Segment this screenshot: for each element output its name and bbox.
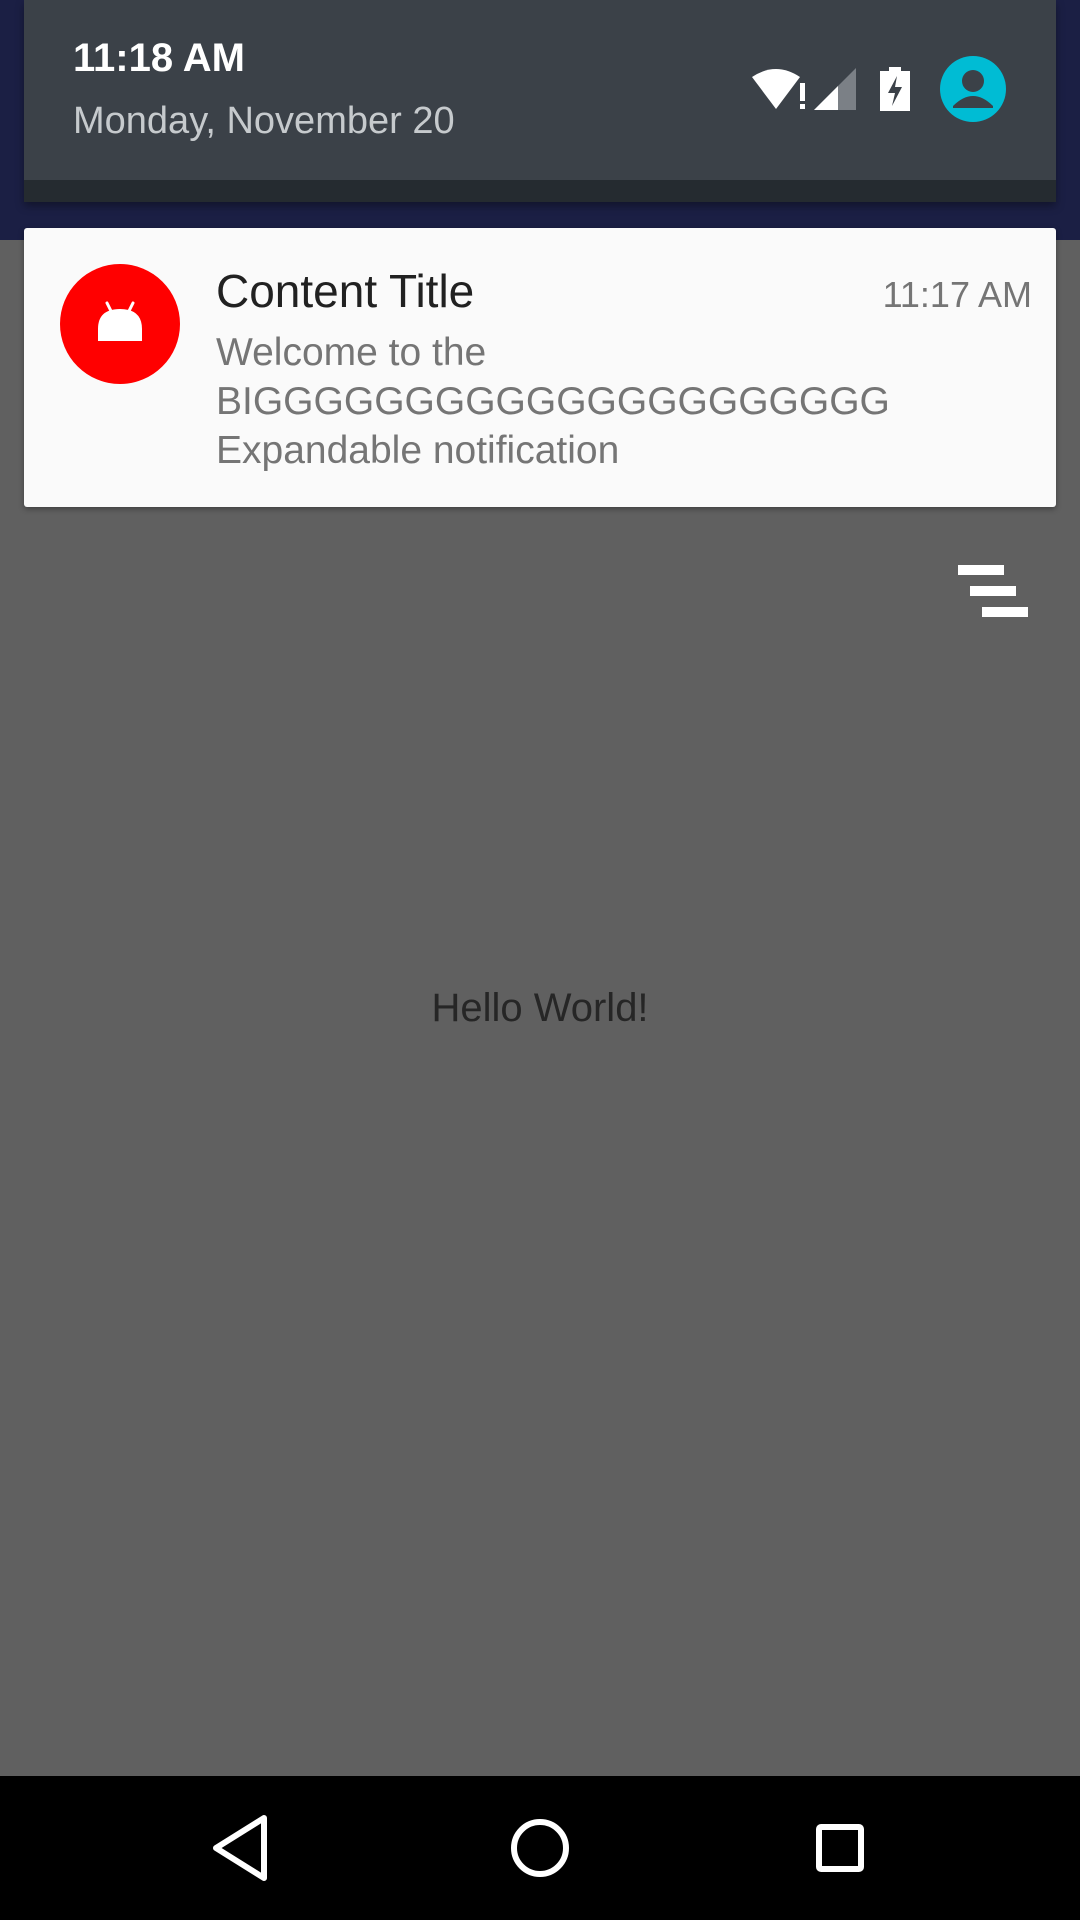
notification-title: Content Title (216, 265, 475, 317)
quick-settings-header[interactable]: 11:18 AM Monday, November 20 (24, 0, 1056, 202)
home-icon[interactable] (504, 1812, 576, 1884)
notification-time: 11:17 AM (882, 274, 1032, 315)
back-icon[interactable] (204, 1812, 276, 1884)
date-label[interactable]: Monday, November 20 (73, 100, 455, 143)
navigation-bar (0, 1776, 1080, 1920)
hello-text: Hello World! (431, 986, 649, 1030)
notification-text: Welcome to the BIGGGGGGGGGGGGGGGGGGGGG E… (216, 328, 1016, 475)
clock[interactable]: 11:18 AM (73, 36, 245, 81)
notification-text-line: Welcome to the (216, 331, 487, 374)
wifi-alert-icon (752, 67, 808, 111)
quick-settings-header-panel: 11:18 AM Monday, November 20 (24, 0, 1056, 180)
notification-text-line: Expandable notification (216, 429, 620, 472)
cell-signal-icon (814, 68, 856, 110)
status-icons (752, 56, 1006, 122)
clear-all-icon[interactable] (954, 562, 1030, 620)
recents-icon[interactable] (804, 1812, 876, 1884)
notification-card[interactable]: Content Title 11:17 AM Welcome to the BI… (24, 228, 1056, 507)
android-robot-icon (60, 264, 180, 384)
notification-text-line: BIGGGGGGGGGGGGGGGGGGGGG (216, 380, 890, 423)
user-avatar-icon[interactable] (940, 56, 1006, 122)
battery-charging-icon (880, 67, 910, 111)
